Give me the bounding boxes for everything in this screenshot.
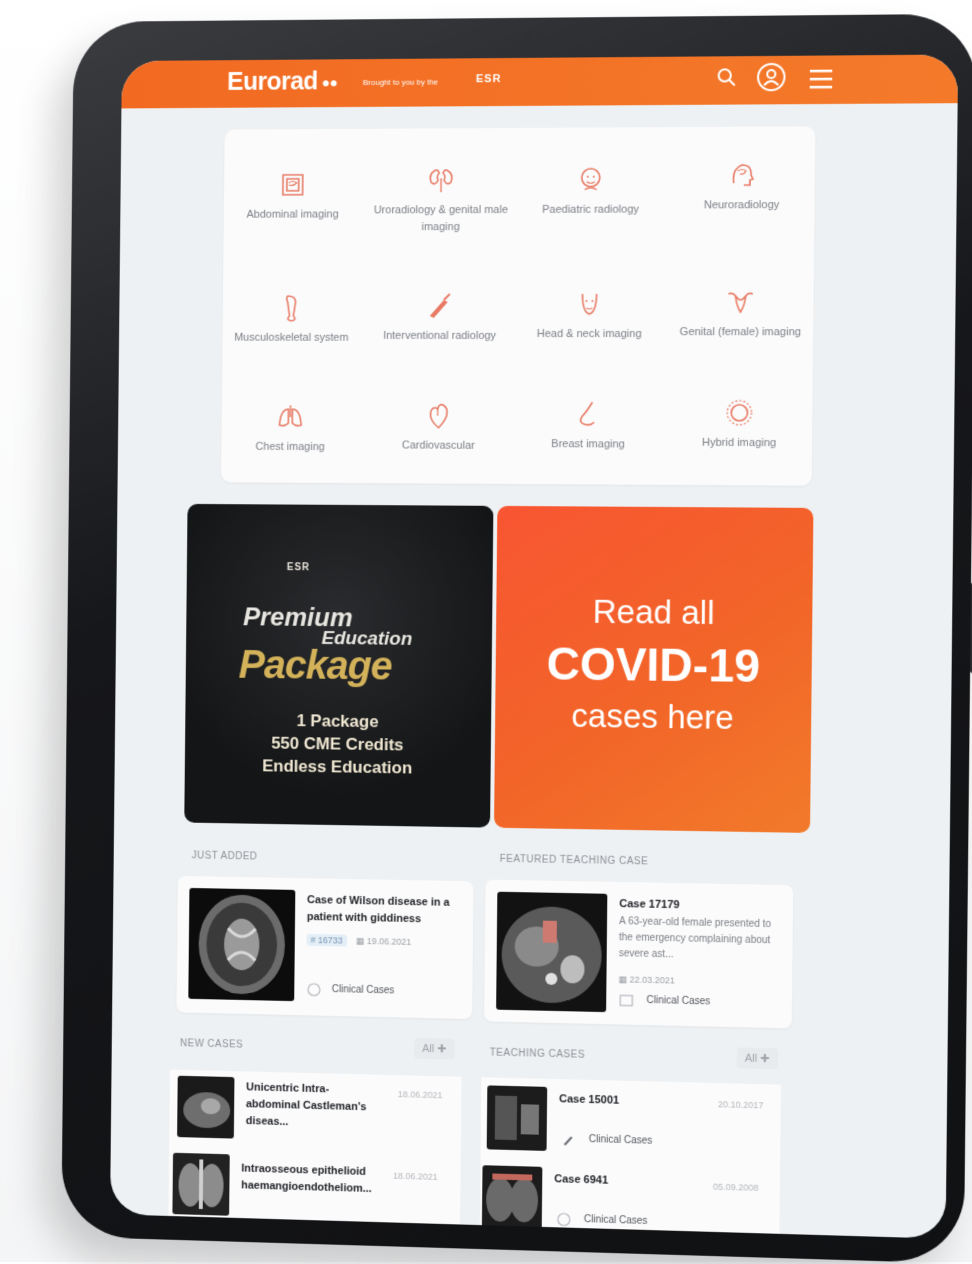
case-date: 20.10.2017 xyxy=(718,1099,764,1110)
banner-line: 1 Package xyxy=(185,710,491,734)
top-bar: Eurorad ●● Brought to you by the ESR xyxy=(121,54,958,108)
category-head-neck[interactable]: Head & neck imaging xyxy=(519,288,660,343)
category-label: Hybrid imaging xyxy=(668,435,810,453)
esr-logo[interactable]: ESR xyxy=(476,73,502,85)
clinical-cases-icon xyxy=(556,1211,572,1227)
new-cases-list: Unicentric Intra-abdominal Castleman's d… xyxy=(168,1070,461,1225)
category-chest[interactable]: Chest imaging xyxy=(221,401,359,456)
category-label: Musculoskeletal system xyxy=(222,330,360,347)
category-tag[interactable]: Clinical Cases xyxy=(332,984,395,996)
category-label: Chest imaging xyxy=(221,439,359,457)
intestine-icon xyxy=(277,169,309,201)
case-description: A 63-year-old female presented to the em… xyxy=(619,914,781,966)
scalpel-icon xyxy=(561,1131,577,1147)
search-icon[interactable] xyxy=(717,67,737,87)
teaching-cases-heading: TEACHING CASES xyxy=(490,1047,585,1060)
case-thumbnail xyxy=(172,1153,229,1216)
user-account-icon[interactable] xyxy=(757,63,786,91)
category-label: Breast imaging xyxy=(518,436,659,454)
clinical-cases-icon xyxy=(618,992,634,1008)
category-uroradiology[interactable]: Uroradiology & genital male imaging xyxy=(371,164,511,236)
banner-covid-text: COVID-19 xyxy=(495,636,812,694)
case-title[interactable]: Case 6941 xyxy=(554,1171,608,1190)
category-label: Uroradiology & genital male imaging xyxy=(371,202,510,236)
esr-logo: ESR xyxy=(287,562,310,573)
list-item[interactable]: Case 6941 05.09.2008 Clinical Cases xyxy=(481,1077,780,1084)
list-item[interactable]: Unicentric Intra-abdominal Castleman's d… xyxy=(170,1070,462,1077)
category-breast[interactable]: Breast imaging xyxy=(518,398,659,454)
banner-line: Read all xyxy=(496,592,812,633)
eurorad-logo[interactable]: Eurorad ●● xyxy=(227,67,338,97)
case-date: 05.09.2008 xyxy=(713,1182,759,1193)
list-item[interactable]: Case 15001 20.10.2017 Clinical Cases xyxy=(481,1077,780,1084)
sun-icon xyxy=(723,397,756,429)
face-icon xyxy=(573,288,605,320)
breast-icon xyxy=(572,398,604,430)
teaching-cases-all-button[interactable]: All ✚ xyxy=(737,1047,778,1069)
just-added-card[interactable]: Case of Wilson disease in a patient with… xyxy=(176,876,473,1019)
featured-teaching-heading: FEATURED TEACHING CASE xyxy=(500,854,649,868)
category-label: Interventional radiology xyxy=(370,328,509,345)
category-cardiovascular[interactable]: Cardiovascular xyxy=(369,400,509,455)
background: Eurorad ●● Brought to you by the ESR Abdo… xyxy=(0,0,972,1262)
heart-icon xyxy=(423,400,455,432)
category-abdominal[interactable]: Abdominal imaging xyxy=(224,169,362,224)
category-grid: Abdominal imaging Uroradiology & genital… xyxy=(221,126,815,485)
banner-line: 550 CME Credits xyxy=(185,732,491,756)
banner-line: Endless Education xyxy=(185,755,491,779)
category-label: Cardiovascular xyxy=(369,437,508,455)
case-id-badge: # 16733 xyxy=(307,934,347,947)
case-thumbnail xyxy=(482,1165,543,1231)
category-neuroradiology[interactable]: Neuroradiology xyxy=(671,159,813,215)
brought-by-text: Brought to you by the xyxy=(363,78,438,88)
banner-line: cases here xyxy=(495,696,811,738)
case-thumbnail xyxy=(177,1076,234,1139)
clinical-cases-icon xyxy=(306,982,322,998)
new-cases-heading: NEW CASES xyxy=(180,1038,243,1050)
kidneys-icon xyxy=(425,164,457,196)
banner-package-text: Package xyxy=(239,643,392,689)
category-label: Head & neck imaging xyxy=(519,326,660,343)
scalpel-icon xyxy=(424,290,456,322)
tablet-screen: Eurorad ●● Brought to you by the ESR Abdo… xyxy=(110,54,958,1238)
ct-scan-thumbnail xyxy=(496,892,607,1012)
case-title[interactable]: Case 15001 xyxy=(559,1091,619,1110)
case-date: ▦ 19.06.2021 xyxy=(356,936,412,948)
lungs-icon xyxy=(275,401,307,433)
category-musculoskeletal[interactable]: Musculoskeletal system xyxy=(222,292,360,347)
menu-icon[interactable] xyxy=(808,67,835,91)
featured-case-card[interactable]: Case 17179 A 63-year-old female presente… xyxy=(484,880,793,1029)
category-tag[interactable]: Clinical Cases xyxy=(646,995,710,1007)
brain-head-icon xyxy=(726,159,759,191)
category-interventional[interactable]: Interventional radiology xyxy=(370,290,510,345)
covid-cases-banner[interactable]: Read all COVID-19 cases here xyxy=(494,506,813,833)
category-tag[interactable]: Clinical Cases xyxy=(584,1214,648,1227)
just-added-heading: JUST ADDED xyxy=(192,850,258,862)
new-cases-all-button[interactable]: All ✚ xyxy=(414,1038,454,1060)
uterus-icon xyxy=(724,286,757,318)
case-thumbnail xyxy=(487,1085,548,1151)
case-date: 18.06.2021 xyxy=(398,1089,443,1100)
category-hybrid[interactable]: Hybrid imaging xyxy=(668,396,810,452)
case-date: 18.06.2021 xyxy=(393,1171,438,1182)
category-label: Genital (female) imaging xyxy=(669,324,811,341)
case-title[interactable]: Case of Wilson disease in a patient with… xyxy=(307,892,456,929)
case-title[interactable]: Unicentric Intra-abdominal Castleman's d… xyxy=(246,1079,375,1133)
bone-icon xyxy=(276,292,308,324)
case-title[interactable]: Intraosseous epithelioid haemangioendoth… xyxy=(241,1161,379,1199)
category-label: Paediatric radiology xyxy=(520,201,661,218)
brain-mri-thumbnail xyxy=(188,888,295,1001)
category-tag[interactable]: Clinical Cases xyxy=(589,1134,653,1147)
category-label: Abdominal imaging xyxy=(224,206,362,223)
category-genital-female[interactable]: Genital (female) imaging xyxy=(669,286,811,342)
camera xyxy=(524,32,532,40)
premium-education-banner[interactable]: ESR Premium Education Package 1 Package … xyxy=(184,504,493,828)
case-date: ▦ 22.03.2021 xyxy=(618,974,675,986)
tablet-device: Eurorad ●● Brought to you by the ESR Abdo… xyxy=(61,14,972,1264)
category-label: Neuroradiology xyxy=(671,197,813,215)
teaching-cases-list: Case 15001 20.10.2017 Clinical Cases Cas… xyxy=(480,1077,781,1234)
child-head-icon xyxy=(575,164,607,196)
category-paediatric[interactable]: Paediatric radiology xyxy=(520,163,661,219)
case-title[interactable]: Case 17179 xyxy=(619,896,680,914)
